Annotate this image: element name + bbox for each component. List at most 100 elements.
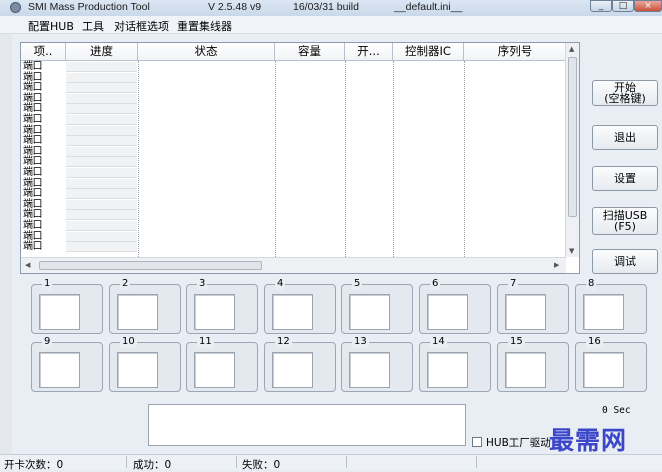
close-button[interactable]: × [634,0,662,12]
port-row-label[interactable]: 端口 [23,114,43,126]
port-slot-2[interactable]: 2 [109,278,181,334]
port-status-box[interactable] [39,352,80,388]
col-header-open[interactable]: 开... [345,43,393,61]
port-status-box[interactable] [39,294,80,330]
port-status-box[interactable] [427,352,468,388]
port-status-box[interactable] [117,352,158,388]
progress-cell [66,157,137,168]
port-slot-12[interactable]: 12 [264,336,336,392]
port-slot-10[interactable]: 10 [109,336,181,392]
port-status-box[interactable] [583,294,624,330]
port-number: 8 [586,278,597,290]
port-status-box[interactable] [583,352,624,388]
port-status-box[interactable] [272,352,313,388]
progress-cell [66,210,137,221]
port-number: 16 [586,336,603,348]
vertical-scroll-thumb[interactable] [568,57,577,217]
port-row-label[interactable]: 端口 [23,220,43,232]
col-header-item[interactable]: 项.. [21,43,66,61]
port-status-box[interactable] [194,352,235,388]
port-row-label[interactable]: 端口 [23,61,43,73]
status-divider [476,456,477,468]
port-row-label[interactable]: 端口 [23,242,43,253]
port-slot-15[interactable]: 15 [497,336,569,392]
menu-tools[interactable]: 工具 [82,18,104,34]
progress-cell [66,83,137,94]
progress-cell [66,199,137,210]
scan-usb-button[interactable]: 扫描USB (F5) [592,207,658,235]
port-number: 12 [275,336,292,348]
open-count-status: 开卡次数：0 [4,459,64,471]
port-status-box[interactable] [349,352,390,388]
port-number: 5 [352,278,363,290]
port-status-box[interactable] [427,294,468,330]
scroll-up-icon[interactable]: ▲ [569,45,574,53]
port-slot-7[interactable]: 7 [497,278,569,334]
port-status-box[interactable] [505,294,546,330]
port-number: 9 [42,336,53,348]
col-header-controller-ic[interactable]: 控制器IC [393,43,464,61]
col-header-progress[interactable]: 进度 [66,43,138,61]
minimize-icon: _ [598,1,604,11]
menu-reset-hub[interactable]: 重置集线器 [177,18,232,34]
port-row-label[interactable]: 端口 [23,167,43,179]
progress-cell [66,178,137,189]
timer-label: 0 Sec [602,405,631,416]
settings-button[interactable]: 设置 [592,166,658,191]
scroll-down-icon[interactable]: ▼ [569,247,574,255]
progress-cell [66,125,137,136]
scroll-right-icon[interactable]: ▶ [554,261,559,269]
port-slot-4[interactable]: 4 [264,278,336,334]
port-slot-16[interactable]: 16 [575,336,647,392]
port-slot-14[interactable]: 14 [419,336,491,392]
port-slot-11[interactable]: 11 [186,336,258,392]
start-button[interactable]: 开始 (空格键) [592,80,658,106]
col-header-status[interactable]: 状态 [138,43,275,61]
port-number: 3 [197,278,208,290]
hub-driver-checkbox[interactable] [472,437,482,447]
debug-button[interactable]: 调试 [592,249,658,274]
fail-status: 失败：0 [242,459,281,471]
horizontal-scrollbar[interactable]: ◀ ▶ [21,257,566,273]
port-slot-8[interactable]: 8 [575,278,647,334]
port-status-box[interactable] [272,294,313,330]
progress-cell [66,62,137,72]
maximize-button[interactable]: □ [612,0,634,12]
port-slot-13[interactable]: 13 [341,336,413,392]
progress-cell [66,93,137,104]
maximize-icon: □ [618,1,628,11]
port-status-box[interactable] [117,294,158,330]
vertical-scrollbar[interactable]: ▲ ▼ [565,43,579,257]
port-slot-1[interactable]: 1 [31,278,103,334]
menu-config-hub[interactable]: 配置HUB [28,18,74,34]
port-number: 1 [42,278,53,290]
scroll-left-icon[interactable]: ◀ [25,261,30,269]
menu-dialog-options[interactable]: 对话框选项 [114,18,169,34]
port-number: 10 [120,336,137,348]
port-slot-3[interactable]: 3 [186,278,258,334]
horizontal-scroll-thumb[interactable] [39,261,262,270]
port-status-box[interactable] [349,294,390,330]
port-status-box[interactable] [505,352,546,388]
column-divider [138,61,139,257]
port-number: 11 [197,336,214,348]
success-status: 成功：0 [133,459,172,471]
column-divider [275,61,276,257]
port-status-box[interactable] [194,294,235,330]
hub-driver-label[interactable]: HUB工厂驱动 [486,435,551,450]
version-label: V 2.5.48 v9 [208,1,262,13]
status-divider [236,456,237,468]
port-number: 13 [352,336,369,348]
column-divider [393,61,394,257]
status-bar: 开卡次数：0 成功：0 失败：0 [0,454,662,471]
minimize-button[interactable]: _ [590,0,612,12]
col-header-serial[interactable]: 序列号 [464,43,567,61]
status-divider [346,456,347,468]
port-slot-5[interactable]: 5 [341,278,413,334]
exit-button[interactable]: 退出 [592,125,658,150]
port-slot-6[interactable]: 6 [419,278,491,334]
col-header-capacity[interactable]: 容量 [275,43,345,61]
port-list[interactable]: 项.. 进度 状态 容量 开... 控制器IC 序列号 端口 端口 端口 端口 端口 端口… [20,42,580,274]
status-divider [126,456,127,468]
port-slot-9[interactable]: 9 [31,336,103,392]
